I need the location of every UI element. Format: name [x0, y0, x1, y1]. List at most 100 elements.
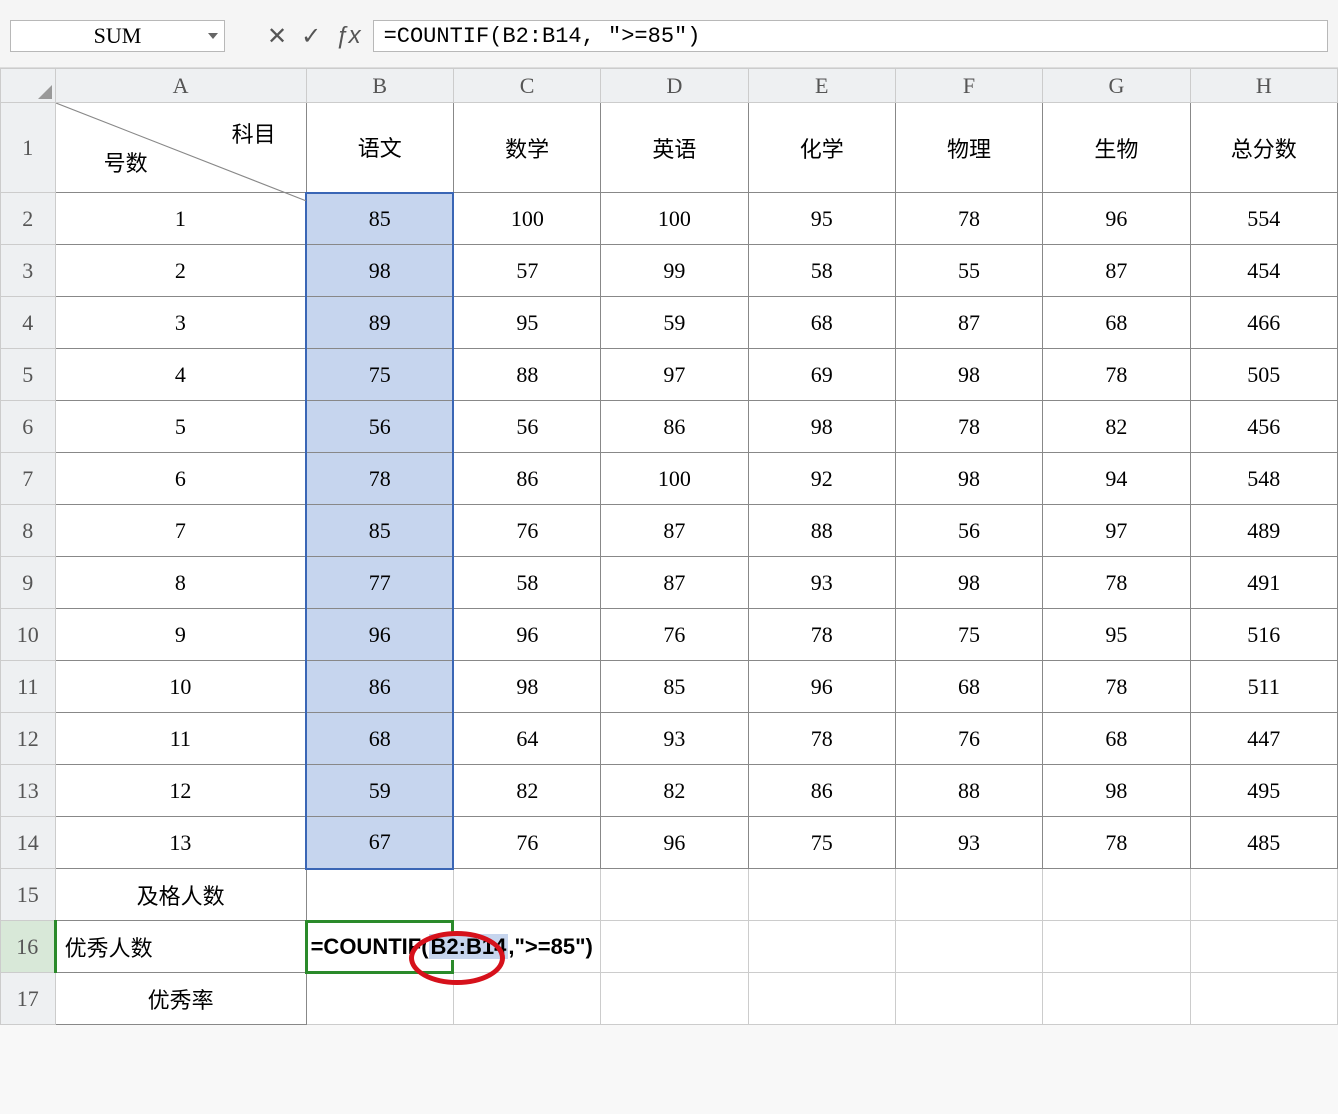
cell-C9[interactable]: 58 [453, 557, 600, 609]
cell-H9[interactable]: 491 [1190, 557, 1337, 609]
cell-F9[interactable]: 98 [895, 557, 1042, 609]
cell-E11[interactable]: 96 [748, 661, 895, 713]
cell-A13[interactable]: 12 [55, 765, 306, 817]
cell-B1[interactable]: 语文 [306, 103, 453, 193]
row-header-15[interactable]: 15 [1, 869, 56, 921]
cell-H3[interactable]: 454 [1190, 245, 1337, 297]
cell-B10[interactable]: 96 [306, 609, 453, 661]
cell-F10[interactable]: 75 [895, 609, 1042, 661]
cell-F2[interactable]: 78 [895, 193, 1042, 245]
row-header-7[interactable]: 7 [1, 453, 56, 505]
accept-formula-icon[interactable]: ✓ [301, 22, 321, 51]
name-box-dropdown-icon[interactable] [208, 33, 218, 39]
row-header-11[interactable]: 11 [1, 661, 56, 713]
cell-A14[interactable]: 13 [55, 817, 306, 869]
cell-D8[interactable]: 87 [601, 505, 748, 557]
cell-D11[interactable]: 85 [601, 661, 748, 713]
cell-E8[interactable]: 88 [748, 505, 895, 557]
cell-H11[interactable]: 511 [1190, 661, 1337, 713]
cell-H13[interactable]: 495 [1190, 765, 1337, 817]
cell-H16[interactable] [1190, 921, 1337, 973]
cell-G9[interactable]: 78 [1043, 557, 1190, 609]
cell-B15[interactable] [306, 869, 453, 921]
cell-B8[interactable]: 85 [306, 505, 453, 557]
cell-C17[interactable] [453, 973, 600, 1025]
cell-F5[interactable]: 98 [895, 349, 1042, 401]
cell-E9[interactable]: 93 [748, 557, 895, 609]
cell-F12[interactable]: 76 [895, 713, 1042, 765]
cell-G5[interactable]: 78 [1043, 349, 1190, 401]
cell-A6[interactable]: 5 [55, 401, 306, 453]
cell-D6[interactable]: 86 [601, 401, 748, 453]
cell-H12[interactable]: 447 [1190, 713, 1337, 765]
cell-C2[interactable]: 100 [453, 193, 600, 245]
cell-D2[interactable]: 100 [601, 193, 748, 245]
cell-C7[interactable]: 86 [453, 453, 600, 505]
cell-D9[interactable]: 87 [601, 557, 748, 609]
cell-F1[interactable]: 物理 [895, 103, 1042, 193]
cell-H8[interactable]: 489 [1190, 505, 1337, 557]
cell-E1[interactable]: 化学 [748, 103, 895, 193]
cell-C1[interactable]: 数学 [453, 103, 600, 193]
cell-F7[interactable]: 98 [895, 453, 1042, 505]
cell-G12[interactable]: 68 [1043, 713, 1190, 765]
cell-A3[interactable]: 2 [55, 245, 306, 297]
cell-H17[interactable] [1190, 973, 1337, 1025]
cell-H14[interactable]: 485 [1190, 817, 1337, 869]
cell-A1-diagonal-header[interactable]: 科目 号数 [55, 103, 306, 193]
cell-H4[interactable]: 466 [1190, 297, 1337, 349]
col-header-F[interactable]: F [895, 69, 1042, 103]
cell-D13[interactable]: 82 [601, 765, 748, 817]
cell-C13[interactable]: 82 [453, 765, 600, 817]
cell-A8[interactable]: 7 [55, 505, 306, 557]
cell-C8[interactable]: 76 [453, 505, 600, 557]
row-header-1[interactable]: 1 [1, 103, 56, 193]
cell-B3[interactable]: 98 [306, 245, 453, 297]
cell-G3[interactable]: 87 [1043, 245, 1190, 297]
col-header-E[interactable]: E [748, 69, 895, 103]
cell-H2[interactable]: 554 [1190, 193, 1337, 245]
cell-F17[interactable] [895, 973, 1042, 1025]
cell-G15[interactable] [1043, 869, 1190, 921]
cell-F14[interactable]: 93 [895, 817, 1042, 869]
cell-B14[interactable]: 67 [306, 817, 453, 869]
cell-H7[interactable]: 548 [1190, 453, 1337, 505]
cell-B5[interactable]: 75 [306, 349, 453, 401]
row-header-8[interactable]: 8 [1, 505, 56, 557]
cell-D14[interactable]: 96 [601, 817, 748, 869]
cell-D1[interactable]: 英语 [601, 103, 748, 193]
cell-A4[interactable]: 3 [55, 297, 306, 349]
cancel-formula-icon[interactable]: ✕ [267, 22, 287, 51]
cell-E15[interactable] [748, 869, 895, 921]
cell-D4[interactable]: 59 [601, 297, 748, 349]
cell-D5[interactable]: 97 [601, 349, 748, 401]
cell-D3[interactable]: 99 [601, 245, 748, 297]
cell-D17[interactable] [601, 973, 748, 1025]
cell-F4[interactable]: 87 [895, 297, 1042, 349]
row-header-3[interactable]: 3 [1, 245, 56, 297]
formula-bar[interactable]: =COUNTIF(B2:B14, ">=85") [373, 20, 1328, 52]
cell-G17[interactable] [1043, 973, 1190, 1025]
cell-B13[interactable]: 59 [306, 765, 453, 817]
cell-D10[interactable]: 76 [601, 609, 748, 661]
cell-C4[interactable]: 95 [453, 297, 600, 349]
cell-D15[interactable] [601, 869, 748, 921]
row-header-10[interactable]: 10 [1, 609, 56, 661]
cell-E4[interactable]: 68 [748, 297, 895, 349]
cell-E14[interactable]: 75 [748, 817, 895, 869]
cell-C14[interactable]: 76 [453, 817, 600, 869]
cell-F13[interactable]: 88 [895, 765, 1042, 817]
col-header-C[interactable]: C [453, 69, 600, 103]
cell-B2[interactable]: 85 [306, 193, 453, 245]
select-all-corner[interactable] [1, 69, 56, 103]
cell-C10[interactable]: 96 [453, 609, 600, 661]
cell-H6[interactable]: 456 [1190, 401, 1337, 453]
cell-G2[interactable]: 96 [1043, 193, 1190, 245]
name-box[interactable]: SUM [10, 20, 225, 52]
cell-G7[interactable]: 94 [1043, 453, 1190, 505]
row-header-12[interactable]: 12 [1, 713, 56, 765]
cell-G1[interactable]: 生物 [1043, 103, 1190, 193]
cell-E3[interactable]: 58 [748, 245, 895, 297]
cell-A15[interactable]: 及格人数 [55, 869, 306, 921]
cell-F15[interactable] [895, 869, 1042, 921]
